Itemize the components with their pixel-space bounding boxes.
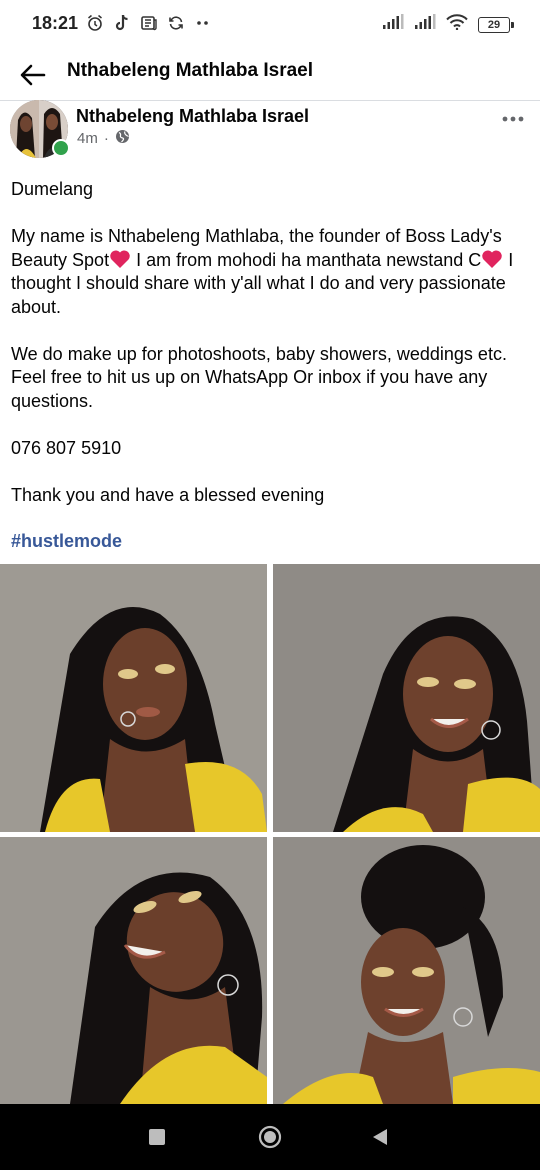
back-triangle-icon[interactable] (370, 1127, 388, 1147)
battery-icon: 29 (478, 16, 514, 33)
tiktok-icon (113, 14, 131, 32)
post-paragraph-intro: My name is Nthabeleng Mathlaba, the foun… (11, 225, 531, 319)
status-time: 18:21 (32, 13, 79, 33)
sync-icon (167, 14, 185, 32)
heart-icon (482, 249, 503, 268)
heart-icon (110, 249, 130, 268)
arrow-left-icon (20, 64, 46, 86)
online-status-dot (52, 139, 70, 157)
status-bar: 18:21 29 (0, 0, 540, 48)
post-phone[interactable]: 076 807 5910 (11, 437, 531, 461)
home-circle-icon[interactable] (258, 1125, 282, 1149)
more-horizontal-icon (502, 116, 524, 122)
app-bar: Nthabeleng Mathlaba Israel (0, 48, 540, 101)
post-time[interactable]: 4m (77, 130, 98, 147)
post-photo-4[interactable] (273, 837, 540, 1104)
signal-icon (382, 14, 404, 35)
post-photo-3[interactable] (0, 837, 267, 1104)
post-closing: Thank you and have a blessed evening (11, 484, 325, 505)
system-icons: 29 (382, 14, 514, 35)
post-author[interactable]: Nthabeleng Mathlaba Israel (76, 106, 309, 127)
post-paragraph-services: We do make up for photoshoots, baby show… (11, 343, 507, 411)
signal-icon (414, 14, 436, 35)
page-title: Nthabeleng Mathlaba Israel (67, 60, 314, 81)
recents-square-icon[interactable] (149, 1129, 165, 1145)
hashtag-link[interactable]: #hustlemode (11, 531, 122, 552)
more-options-button[interactable] (498, 108, 528, 130)
more-dots-icon (194, 14, 212, 32)
news-icon (140, 14, 158, 32)
alarm-icon (86, 14, 104, 32)
back-button[interactable] (16, 58, 50, 92)
post-greeting: Dumelang (11, 179, 94, 199)
intro-part-2: I am from mohodi ha manthata newstand C (131, 249, 482, 270)
post-body: Dumelang My name is Nthabeleng Mathlaba,… (11, 178, 531, 507)
notification-icons (86, 14, 212, 32)
post-photo-2[interactable] (273, 564, 540, 832)
meta-separator: · (103, 130, 109, 147)
post-meta: 4m · (77, 129, 130, 148)
wifi-icon (446, 14, 468, 35)
globe-icon (115, 129, 130, 148)
post-photo-1[interactable] (0, 564, 267, 832)
